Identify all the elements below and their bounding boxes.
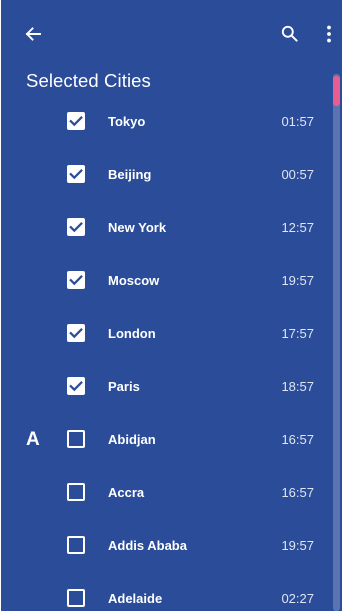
city-time: 02:27 — [281, 591, 314, 606]
city-name: Paris — [108, 379, 140, 394]
checkbox-checked[interactable] — [67, 324, 85, 342]
city-time: 19:57 — [281, 273, 314, 288]
city-time: 18:57 — [281, 379, 314, 394]
checkbox-checked[interactable] — [67, 218, 85, 236]
arrow-left-icon — [25, 26, 41, 47]
search-icon — [281, 25, 298, 47]
city-row[interactable]: London 17:57 — [1, 307, 342, 360]
checkbox-unchecked[interactable] — [67, 536, 85, 554]
city-time: 16:57 — [281, 485, 314, 500]
city-name: Addis Ababa — [108, 538, 187, 553]
city-row[interactable]: Paris 18:57 — [1, 360, 342, 413]
city-row[interactable]: Beijing 00:57 — [1, 148, 342, 201]
city-name: Abidjan — [108, 432, 156, 447]
checkbox-unchecked[interactable] — [67, 483, 85, 501]
city-row[interactable]: A Abidjan 16:57 — [1, 413, 342, 466]
city-name: New York — [108, 220, 167, 235]
city-row[interactable]: Accra 16:57 — [1, 466, 342, 519]
city-row[interactable]: Adelaide 02:27 — [1, 572, 342, 611]
city-time: 12:57 — [281, 220, 314, 235]
checkbox-unchecked[interactable] — [67, 430, 85, 448]
checkbox-checked[interactable] — [67, 271, 85, 289]
app-toolbar — [1, 0, 342, 68]
city-name: London — [108, 326, 156, 341]
city-time: 00:57 — [281, 167, 314, 182]
city-time: 17:57 — [281, 326, 314, 341]
city-row[interactable]: Moscow 19:57 — [1, 254, 342, 307]
city-row[interactable]: Tokyo 01:57 — [1, 95, 342, 148]
search-button[interactable] — [278, 25, 300, 47]
city-name: Moscow — [108, 273, 160, 288]
more-options-button[interactable] — [319, 25, 339, 47]
city-list: Tokyo 01:57 Beijing 00:57 New York 12:57 Mosco… — [1, 95, 342, 611]
section-title: Selected Cities — [26, 70, 151, 91]
city-time: 01:57 — [281, 114, 314, 129]
city-name: Tokyo — [108, 114, 146, 129]
city-time: 16:57 — [281, 432, 314, 447]
scrollbar[interactable] — [333, 74, 340, 611]
scrollbar-thumb[interactable] — [333, 76, 340, 106]
city-row[interactable]: New York 12:57 — [1, 201, 342, 254]
checkbox-checked[interactable] — [67, 112, 85, 130]
checkbox-checked[interactable] — [67, 377, 85, 395]
index-letter: A — [26, 429, 40, 450]
back-button[interactable] — [22, 25, 44, 47]
more-vertical-icon — [326, 25, 332, 48]
city-time: 19:57 — [281, 538, 314, 553]
city-name: Beijing — [108, 167, 152, 182]
city-name: Adelaide — [108, 591, 163, 606]
checkbox-unchecked[interactable] — [67, 589, 85, 607]
city-picker-screen: Selected Cities Tokyo 01:57 Beijing 00:57 Ne… — [1, 0, 342, 611]
city-row[interactable]: Addis Ababa 19:57 — [1, 519, 342, 572]
city-name: Accra — [108, 485, 145, 500]
checkbox-checked[interactable] — [67, 165, 85, 183]
